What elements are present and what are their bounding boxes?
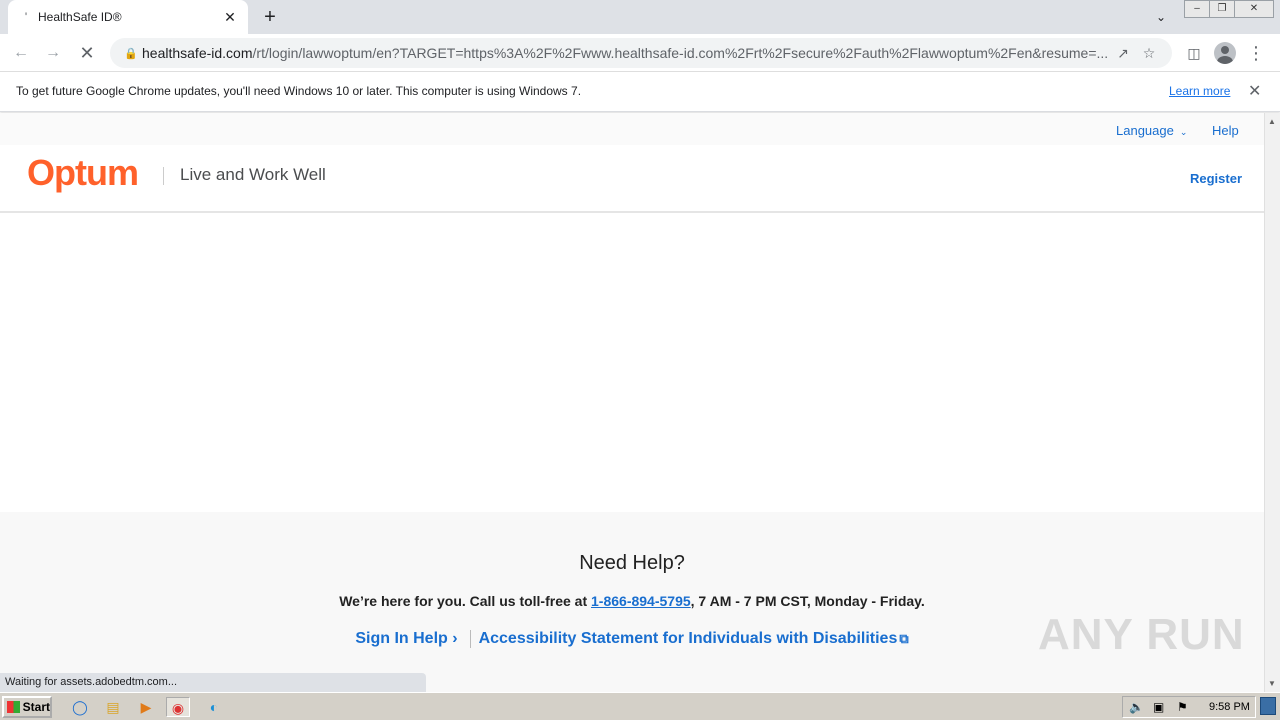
tab-title: HealthSafe ID®: [38, 10, 122, 24]
loading-icon: ': [24, 10, 28, 24]
call-info: We’re here for you. Call us toll-free at…: [339, 593, 925, 609]
browser-toolbar: ← → ✕ 🔒 healthsafe-id.com/rt/login/lawwo…: [0, 34, 1280, 72]
new-tab-button[interactable]: +: [258, 5, 282, 29]
tab-search-icon[interactable]: ⌄: [1150, 6, 1172, 28]
page-scrollbar[interactable]: ▲ ▼: [1264, 113, 1280, 692]
accessibility-link[interactable]: Accessibility Statement for Individuals …: [479, 630, 909, 647]
share-icon[interactable]: ↗: [1110, 45, 1136, 62]
tagline: Live and Work Well: [180, 165, 326, 184]
back-icon[interactable]: ←: [8, 40, 34, 66]
help-link[interactable]: Help: [1212, 123, 1239, 138]
forward-icon[interactable]: →: [40, 40, 66, 66]
internet-explorer-icon[interactable]: ◯: [68, 697, 92, 717]
profile-icon[interactable]: [1212, 40, 1238, 66]
link-separator: [469, 630, 471, 648]
restore-button[interactable]: ❐: [1209, 0, 1235, 18]
edge-icon[interactable]: ◐: [202, 697, 226, 717]
lock-icon: 🔒: [124, 47, 138, 60]
stop-icon[interactable]: ✕: [74, 40, 100, 66]
learn-more-link[interactable]: Learn more: [1169, 84, 1230, 98]
network-icon[interactable]: ▣: [1153, 700, 1164, 714]
star-icon[interactable]: ☆: [1136, 45, 1162, 62]
chrome-icon[interactable]: ◉: [166, 697, 190, 717]
chevron-down-icon: ⌄: [1179, 127, 1188, 137]
windows-flag-icon: [7, 701, 20, 713]
update-infobar: To get future Google Chrome updates, you…: [0, 72, 1280, 112]
chevron-right-icon: ›: [452, 630, 458, 648]
optum-logo[interactable]: Optum: [27, 152, 139, 194]
windows-taskbar: Start ◯ ▤ ▶ ◉ ◐ 🔈 ▣ ⚑ 9:58 PM: [0, 692, 1280, 720]
address-bar[interactable]: 🔒 healthsafe-id.com/rt/login/lawwoptum/e…: [110, 38, 1172, 68]
start-button[interactable]: Start: [2, 696, 52, 718]
sign-in-help-link[interactable]: Sign In Help ›: [355, 630, 457, 647]
url-text[interactable]: healthsafe-id.com/rt/login/lawwoptum/en?…: [142, 45, 1110, 61]
help-footer: Need Help? We’re here for you. Call us t…: [0, 512, 1264, 692]
media-player-icon[interactable]: ▶: [134, 697, 158, 717]
site-header: Optum Live and Work Well Register: [0, 145, 1264, 213]
tab-healthsafe[interactable]: ' HealthSafe ID® ✕: [8, 0, 248, 34]
status-bubble: Waiting for assets.adobedtm.com...: [0, 673, 426, 692]
window-close-button[interactable]: ✕: [1234, 0, 1274, 18]
minimize-button[interactable]: –: [1184, 0, 1210, 18]
file-explorer-icon[interactable]: ▤: [101, 697, 125, 717]
action-center-flag-icon[interactable]: ⚑: [1177, 700, 1188, 714]
phone-link[interactable]: 1-866-894-5795: [591, 593, 691, 609]
side-panel-icon[interactable]: ◫: [1181, 40, 1207, 66]
infobar-close-icon[interactable]: ✕: [1248, 81, 1261, 101]
tab-strip: ' HealthSafe ID® ✕ + ⌄ – ❐ ✕: [0, 0, 1280, 34]
clock[interactable]: 9:58 PM: [1209, 701, 1250, 713]
infobar-message: To get future Google Chrome updates, you…: [16, 84, 582, 98]
utility-bar: Language ⌄ Help: [0, 113, 1264, 145]
need-help-heading: Need Help?: [579, 552, 685, 574]
tab-close-icon[interactable]: ✕: [222, 9, 238, 26]
language-menu[interactable]: Language ⌄: [1116, 123, 1187, 138]
register-link[interactable]: Register: [1190, 171, 1242, 186]
volume-icon[interactable]: 🔈: [1129, 700, 1144, 714]
logo-divider: [163, 167, 164, 185]
avatar: [1214, 42, 1236, 64]
external-link-icon: ⧉: [899, 631, 909, 647]
menu-icon[interactable]: ⋮: [1243, 40, 1269, 66]
show-desktop-button[interactable]: [1260, 697, 1276, 715]
page-content: Language ⌄ Help Optum Live and Work Well …: [0, 113, 1264, 692]
system-tray: 🔈 ▣ ⚑ 9:58 PM: [1122, 696, 1256, 718]
anyrun-watermark: ANY RUN: [1038, 610, 1245, 659]
scroll-down-icon[interactable]: ▼: [1268, 679, 1276, 688]
scroll-up-icon[interactable]: ▲: [1268, 117, 1276, 126]
